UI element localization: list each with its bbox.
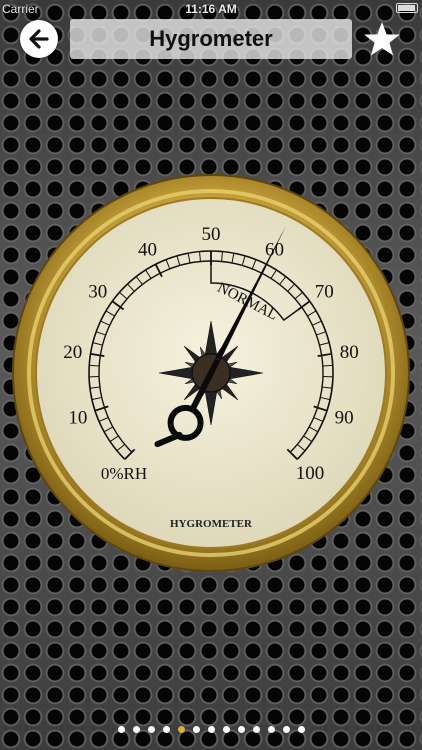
hygrometer-gauge: 0%RH102030405060708090100 NORMAL HYGROME… [12,174,410,572]
page-dot[interactable] [177,726,185,733]
scale-label: 40 [138,239,157,260]
scale-label: 90 [335,407,354,428]
battery-icon [396,3,418,13]
page-dot[interactable] [237,726,245,733]
page-dot[interactable] [222,726,230,733]
status-time: 11:16 AM [185,2,237,16]
scale-tick [89,364,100,367]
favorite-button[interactable] [362,20,402,60]
page-dot[interactable] [192,726,200,733]
page-dot[interactable] [147,726,155,733]
scale-label: 100 [296,463,325,484]
page-dot[interactable] [267,726,275,733]
status-bar: Carrier 11:16 AM [0,0,422,18]
scale-label: 0%RH [101,464,147,483]
scale-label: 80 [340,342,359,363]
page-dot[interactable] [117,726,125,733]
page-dot[interactable] [207,726,215,733]
page-dot[interactable] [297,726,305,733]
scale-label: 70 [315,282,334,303]
scale-label: 50 [202,224,221,245]
scale-label: 10 [68,407,87,428]
page-dot[interactable] [132,726,140,733]
scale-label: 60 [265,239,284,260]
arrow-left-icon [29,29,49,49]
brand-label: HYGROMETER [170,518,253,530]
back-button[interactable] [20,20,58,58]
scale-tick [322,364,333,367]
page-indicator[interactable] [0,726,422,736]
page-dot[interactable] [252,726,260,733]
scale-label: 30 [88,282,107,303]
page-dot[interactable] [282,726,290,733]
scale-label: 20 [63,342,82,363]
page-title: Hygrometer [70,19,352,59]
page-dot[interactable] [162,726,170,733]
star-icon [364,22,400,56]
